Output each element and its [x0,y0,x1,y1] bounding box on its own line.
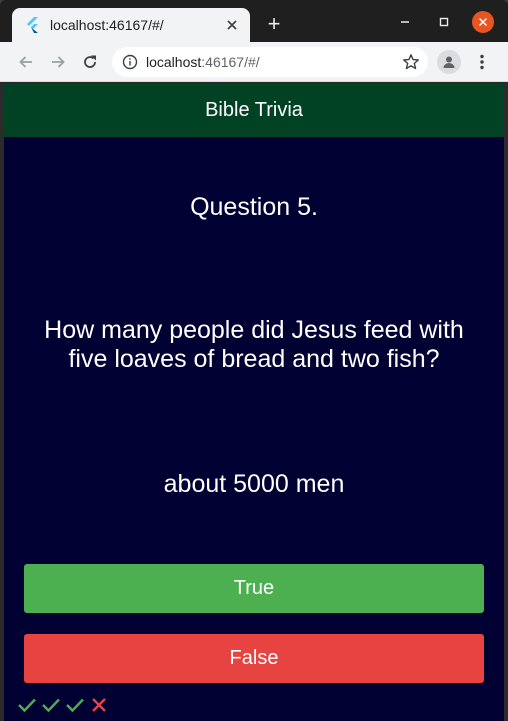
profile-icon[interactable] [437,50,461,74]
app-title: Bible Trivia [205,98,303,121]
window-close-icon[interactable] [472,11,494,33]
maximize-icon[interactable] [432,10,456,34]
question-number: Question 5. [190,193,318,221]
check-icon [18,698,36,713]
star-icon[interactable] [402,53,420,71]
check-icon [66,698,84,713]
browser-window: localhost:46167/#/ + localhost:46167/#/… [0,0,508,721]
url-path: :46167/#/ [201,54,260,70]
tab-strip: localhost:46167/#/ + [0,0,508,42]
minimize-icon[interactable] [393,10,417,34]
address-bar[interactable]: localhost:46167/#/ [112,47,428,77]
url-host: localhost [146,54,202,70]
flutter-favicon [27,17,38,33]
close-icon[interactable] [220,13,244,37]
check-icon [42,698,60,713]
proposed-answer: about 5000 men [163,470,345,498]
browser-toolbar: localhost:46167/#/ [0,42,508,82]
true-button[interactable]: True [24,564,484,613]
tab-title: localhost:46167/#/ [50,17,164,33]
browser-tab[interactable]: localhost:46167/#/ [12,8,250,42]
score-keeper [16,695,110,715]
page-viewport: Bible Trivia Question 5. How many people… [4,83,504,721]
reload-icon[interactable] [76,48,104,76]
forward-arrow-icon[interactable] [44,48,72,76]
false-button[interactable]: False [24,634,484,683]
new-tab-button[interactable]: + [262,12,286,36]
info-icon[interactable] [122,54,138,70]
kebab-menu-icon[interactable] [472,50,492,74]
question-text: How many people did Jesus feed with five… [44,316,464,373]
app-bar: Bible Trivia [4,83,504,137]
cross-icon [92,698,106,712]
back-arrow-icon[interactable] [12,48,40,76]
